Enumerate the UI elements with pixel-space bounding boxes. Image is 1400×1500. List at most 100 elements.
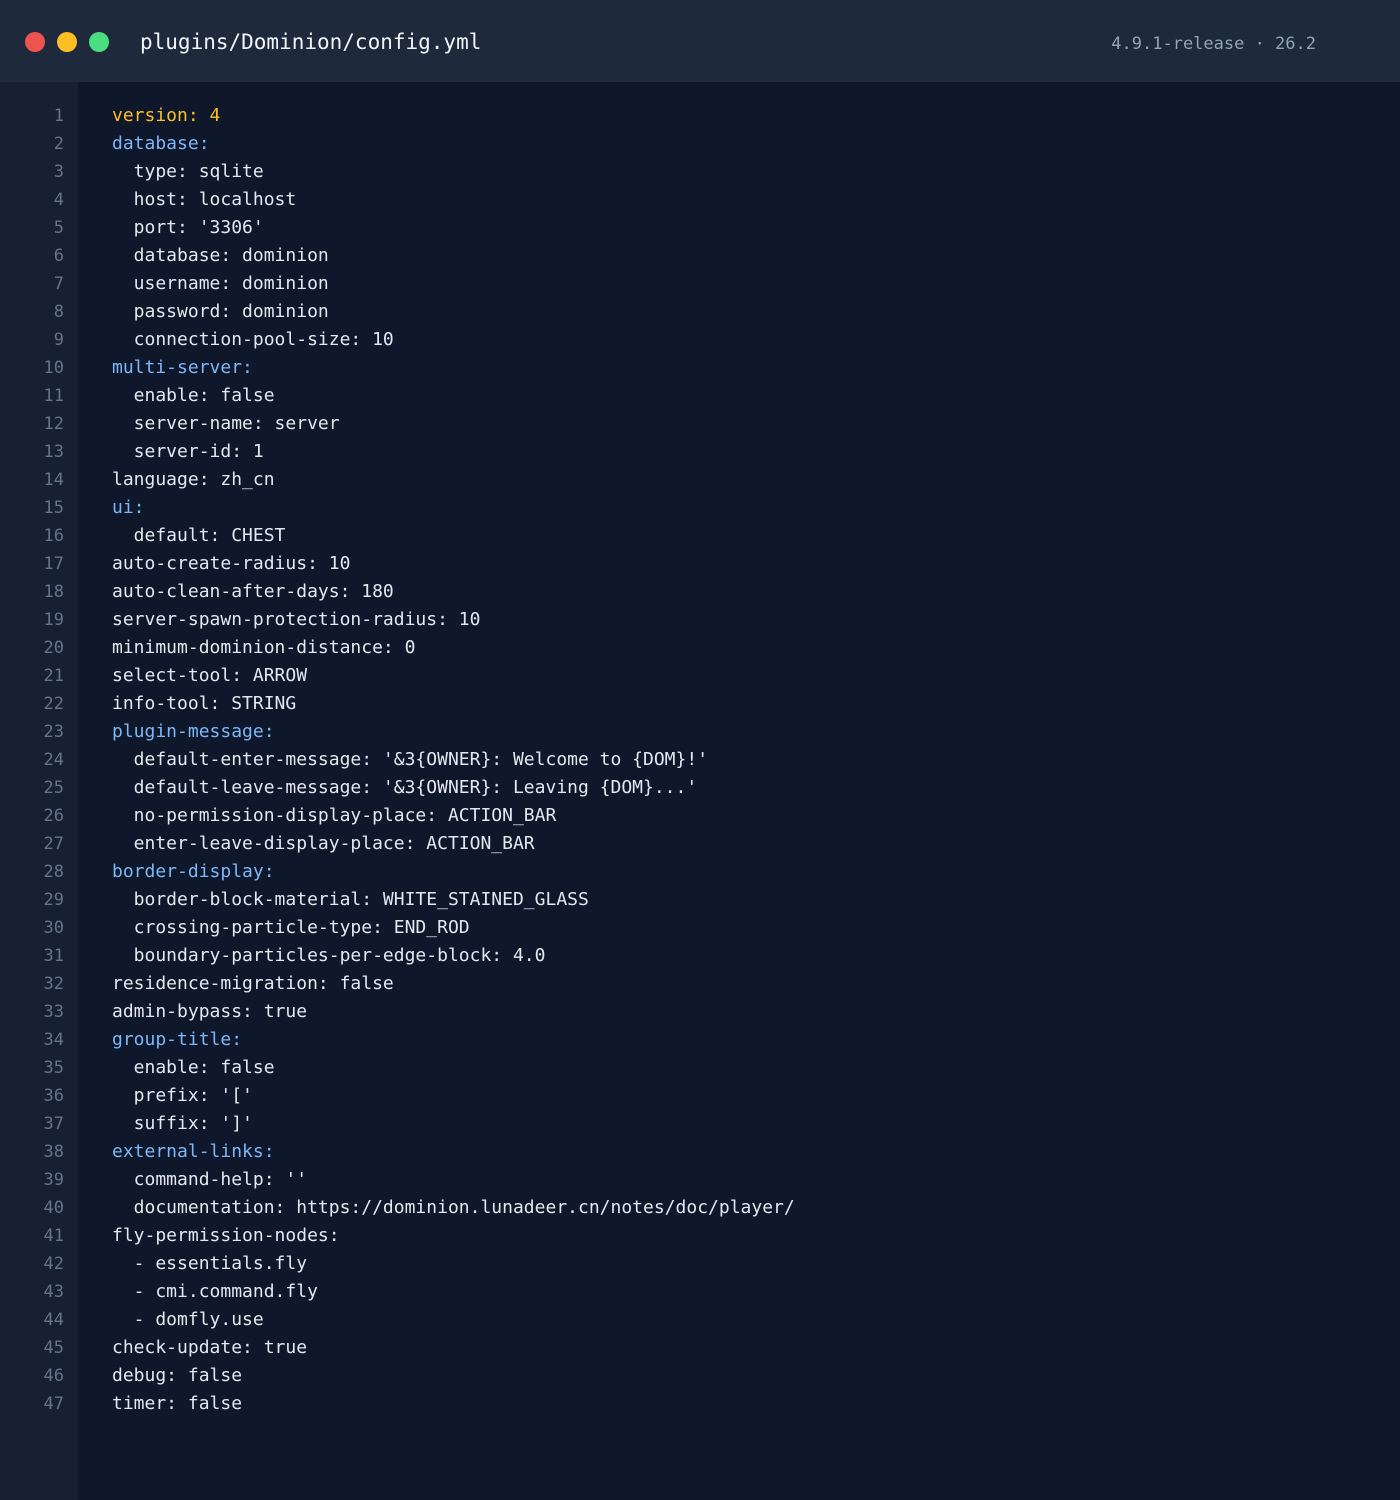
code-text: password: dominion [112,301,329,322]
code-text: - essentials.fly [112,1253,308,1274]
code-line[interactable]: 24 default-enter-message: '&3{OWNER}: We… [0,746,1400,774]
line-number: 36 [43,1086,64,1106]
line-number: 14 [43,470,64,490]
code-line[interactable]: 3 type: sqlite [0,158,1400,186]
code-line[interactable]: 16 default: CHEST [0,522,1400,550]
code-text: check-update: true [112,1337,308,1358]
code-line[interactable]: 9 connection-pool-size: 10 [0,326,1400,354]
line-number: 3 [53,162,64,182]
line-number: 30 [43,918,64,938]
code-line[interactable]: 11 enable: false [0,382,1400,410]
code-text: host: localhost [112,189,297,210]
line-number: 9 [53,330,64,350]
code-text: border-display: [112,861,275,882]
line-number: 5 [53,218,64,238]
code-line[interactable]: 39 command-help: '' [0,1166,1400,1194]
code-line[interactable]: 10 multi-server: [0,354,1400,382]
code-text: database: dominion [112,245,329,266]
code-line[interactable]: 4 host: localhost [0,186,1400,214]
code-text: select-tool: ARROW [112,665,308,686]
code-line[interactable]: 31 boundary-particles-per-edge-block: 4.… [0,942,1400,970]
code-line[interactable]: 46 debug: false [0,1362,1400,1390]
code-text: connection-pool-size: 10 [112,329,394,350]
code-line[interactable]: 43 - cmi.command.fly [0,1278,1400,1306]
code-editor[interactable]: 1 version: 4 2 database: 3 type: sqlite 4 hos… [0,102,1400,1418]
line-number: 1 [53,106,64,126]
code-line[interactable]: 14 language: zh_cn [0,466,1400,494]
code-line[interactable]: 44 - domfly.use [0,1306,1400,1334]
code-line[interactable]: 45 check-update: true [0,1334,1400,1362]
code-line[interactable]: 32 residence-migration: false [0,970,1400,998]
line-number: 22 [43,694,64,714]
line-number: 28 [43,862,64,882]
line-number: 16 [43,526,64,546]
code-text: enter-leave-display-place: ACTION_BAR [112,833,535,854]
line-number: 35 [43,1058,64,1078]
code-line[interactable]: 20 minimum-dominion-distance: 0 [0,634,1400,662]
code-line[interactable]: 47 timer: false [0,1390,1400,1418]
line-number: 33 [43,1002,64,1022]
code-line[interactable]: 21 select-tool: ARROW [0,662,1400,690]
code-line[interactable]: 30 crossing-particle-type: END_ROD [0,914,1400,942]
line-number: 31 [43,946,64,966]
line-number: 44 [43,1310,64,1330]
code-text: database: [112,133,210,154]
line-number: 21 [43,666,64,686]
close-button[interactable] [25,32,45,52]
line-number: 6 [53,246,64,266]
code-text: minimum-dominion-distance: 0 [112,637,416,658]
code-line[interactable]: 19 server-spawn-protection-radius: 10 [0,606,1400,634]
line-number: 25 [43,778,64,798]
line-number: 19 [43,610,64,630]
code-text: border-block-material: WHITE_STAINED_GLA… [112,889,589,910]
code-line[interactable]: 27 enter-leave-display-place: ACTION_BAR [0,830,1400,858]
code-line[interactable]: 35 enable: false [0,1054,1400,1082]
line-number: 12 [43,414,64,434]
code-line[interactable]: 34 group-title: [0,1026,1400,1054]
line-number: 40 [43,1198,64,1218]
line-number: 34 [43,1030,64,1050]
code-text: timer: false [112,1393,243,1414]
code-line[interactable]: 28 border-display: [0,858,1400,886]
minimize-button[interactable] [57,32,77,52]
code-text: command-help: '' [112,1169,308,1190]
code-line[interactable]: 15 ui: [0,494,1400,522]
code-line[interactable]: 26 no-permission-display-place: ACTION_B… [0,802,1400,830]
code-line[interactable]: 18 auto-clean-after-days: 180 [0,578,1400,606]
code-text: debug: false [112,1365,243,1386]
code-line[interactable]: 41 fly-permission-nodes: [0,1222,1400,1250]
code-line[interactable]: 29 border-block-material: WHITE_STAINED_… [0,886,1400,914]
code-line[interactable]: 23 plugin-message: [0,718,1400,746]
line-number: 29 [43,890,64,910]
code-line[interactable]: 1 version: 4 [0,102,1400,130]
line-number: 42 [43,1254,64,1274]
code-line[interactable]: 33 admin-bypass: true [0,998,1400,1026]
code-line[interactable]: 13 server-id: 1 [0,438,1400,466]
version-info: 4.9.1-release · 26.2 [1111,34,1316,54]
line-number: 39 [43,1170,64,1190]
maximize-button[interactable] [89,32,109,52]
line-number: 43 [43,1282,64,1302]
code-text: ui: [112,497,145,518]
code-text: default-leave-message: '&3{OWNER}: Leavi… [112,777,698,798]
code-line[interactable]: 17 auto-create-radius: 10 [0,550,1400,578]
code-line[interactable]: 25 default-leave-message: '&3{OWNER}: Le… [0,774,1400,802]
line-number: 13 [43,442,64,462]
code-text: no-permission-display-place: ACTION_BAR [112,805,557,826]
code-line[interactable]: 12 server-name: server [0,410,1400,438]
code-line[interactable]: 36 prefix: '[' [0,1082,1400,1110]
code-line[interactable]: 42 - essentials.fly [0,1250,1400,1278]
code-line[interactable]: 38 external-links: [0,1138,1400,1166]
code-text: external-links: [112,1141,275,1162]
code-line[interactable]: 40 documentation: https://dominion.lunad… [0,1194,1400,1222]
code-text: enable: false [112,1057,275,1078]
code-line[interactable]: 6 database: dominion [0,242,1400,270]
code-line[interactable]: 37 suffix: ']' [0,1110,1400,1138]
code-line[interactable]: 22 info-tool: STRING [0,690,1400,718]
line-number: 41 [43,1226,64,1246]
code-line[interactable]: 2 database: [0,130,1400,158]
code-line[interactable]: 7 username: dominion [0,270,1400,298]
line-number: 23 [43,722,64,742]
code-line[interactable]: 5 port: '3306' [0,214,1400,242]
code-line[interactable]: 8 password: dominion [0,298,1400,326]
